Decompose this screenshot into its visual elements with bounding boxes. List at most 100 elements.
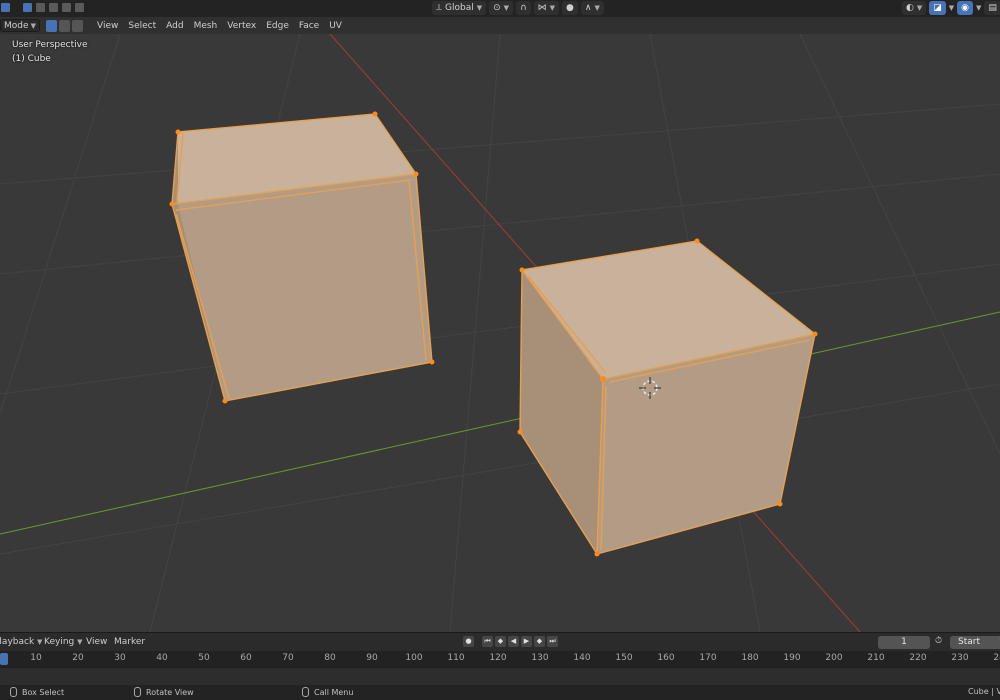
jump-end-icon[interactable]: ⏭ xyxy=(547,636,558,647)
snap-target-dropdown[interactable]: ⋈ ▼ xyxy=(533,1,560,15)
chevron-down-icon: ▼ xyxy=(549,4,556,12)
edit-mode-menubar: Mode ▼ View Select Add Mesh Vertex Edge … xyxy=(0,17,1000,34)
menu-edge[interactable]: Edge xyxy=(266,21,289,31)
ruler-tick: 100 xyxy=(405,653,423,663)
select-extend-icon[interactable] xyxy=(35,2,46,13)
status-scene-stats: Cube | V xyxy=(968,687,1000,696)
ruler-tick: 120 xyxy=(489,653,507,663)
ruler-tick: 230 xyxy=(951,653,969,663)
status-call-menu: Call Menu xyxy=(302,687,353,697)
xray-toggle[interactable]: ◉ xyxy=(957,1,974,15)
y-axis-line xyxy=(0,311,1000,535)
ruler-tick: 60 xyxy=(240,653,252,663)
chevron-down-icon[interactable]: ▼ xyxy=(949,4,954,12)
mouse-middle-icon xyxy=(134,687,141,697)
chevron-down-icon: ▼ xyxy=(594,4,600,12)
magnet-icon: ∩ xyxy=(520,3,527,13)
play-icon[interactable]: ▶ xyxy=(521,636,532,647)
select-intersect-icon[interactable] xyxy=(74,2,85,13)
chevron-down-icon: ▼ xyxy=(916,4,923,12)
start-label: Start xyxy=(958,637,980,647)
ruler-tick: 130 xyxy=(531,653,549,663)
status-bar: Box Select Rotate View Call Menu Cube | … xyxy=(0,685,1000,700)
transform-orientation-label: Global xyxy=(445,3,474,13)
chevron-down-icon: ▼ xyxy=(30,21,36,30)
timeline-header: Playback ▼ Keying ▼ View Marker ● ⏮ ◆ ◀ … xyxy=(0,632,1000,651)
ruler-tick: 180 xyxy=(741,653,759,663)
timeline-ruler[interactable]: 10 20 30 40 50 60 70 80 90 100 110 120 130 140 150 160 1… xyxy=(0,651,1000,667)
face-select-mode-button[interactable] xyxy=(72,19,83,32)
menu-vertex[interactable]: Vertex xyxy=(227,21,256,31)
mouse-right-icon xyxy=(302,687,309,697)
viewport-canvas xyxy=(0,34,1000,632)
next-keyframe-icon[interactable]: ◆ xyxy=(534,636,545,647)
play-reverse-icon[interactable]: ◀ xyxy=(508,636,519,647)
menu-view[interactable]: View xyxy=(97,21,118,31)
menu-face[interactable]: Face xyxy=(299,21,319,31)
ruler-tick: 50 xyxy=(198,653,210,663)
ruler-tick: 240 xyxy=(993,653,1000,663)
ruler-tick: 110 xyxy=(447,653,465,663)
overlays-toggle[interactable]: ◪ xyxy=(929,1,946,15)
stopwatch-icon[interactable]: ⏱ xyxy=(935,636,942,646)
ruler-tick: 200 xyxy=(825,653,843,663)
perspective-label: User Perspective xyxy=(12,40,88,50)
transform-orientation-dropdown[interactable]: ⟂ Global ▼ xyxy=(432,1,487,15)
timeline-menu-playback[interactable]: Playback ▼ xyxy=(0,637,42,647)
shading-button[interactable]: ▤ xyxy=(984,1,1000,15)
menu-mesh[interactable]: Mesh xyxy=(194,21,218,31)
blender-window: ⟂ Global ▼ ⊙ ▼ ∩ ⋈ ▼ ● ∧ ▼ ◐ ▼ ◪ ▼ ◉ ▼ ▤… xyxy=(0,0,1000,700)
snap-target-icon: ⋈ xyxy=(537,3,547,13)
active-object-label: (1) Cube xyxy=(12,54,51,64)
viewport-header: ⟂ Global ▼ ⊙ ▼ ∩ ⋈ ▼ ● ∧ ▼ ◐ ▼ ◪ ▼ ◉ ▼ ▤ xyxy=(0,0,1000,17)
proportional-edit-toggle[interactable]: ● xyxy=(562,1,578,15)
current-frame-field[interactable]: 1 xyxy=(878,636,930,649)
viewport-gizmo-dropdown[interactable]: ◐ ▼ xyxy=(902,1,927,15)
chevron-down-icon: ▼ xyxy=(476,4,483,12)
overlays-icon: ◪ xyxy=(933,3,942,13)
jump-start-icon[interactable]: ⏮ xyxy=(482,636,493,647)
menu-add[interactable]: Add xyxy=(166,21,183,31)
playback-controls: ● ⏮ ◆ ◀ ▶ ◆ ⏭ xyxy=(463,636,558,648)
select-new-icon[interactable] xyxy=(22,2,33,13)
cube-right[interactable] xyxy=(517,238,818,557)
menu-select[interactable]: Select xyxy=(128,21,156,31)
start-frame-field[interactable]: Start 1 xyxy=(950,636,1000,649)
vertex-select-mode-button[interactable] xyxy=(46,19,57,32)
status-rotate-view: Rotate View xyxy=(134,687,194,697)
pivot-dropdown[interactable]: ⊙ ▼ xyxy=(489,1,514,15)
mode-dropdown[interactable]: Mode ▼ xyxy=(0,19,40,32)
playhead[interactable] xyxy=(0,653,8,665)
timeline-menu-view[interactable]: View xyxy=(86,637,107,647)
prev-keyframe-icon[interactable]: ◆ xyxy=(495,636,506,647)
menu-uv[interactable]: UV xyxy=(329,21,342,31)
select-invert-icon[interactable] xyxy=(61,2,72,13)
timeline-menu-marker[interactable]: Marker xyxy=(114,637,145,647)
ruler-tick: 90 xyxy=(366,653,378,663)
ruler-tick: 40 xyxy=(156,653,168,663)
transform-orientation-icon: ⟂ xyxy=(436,3,443,13)
select-subtract-icon[interactable] xyxy=(48,2,59,13)
3d-viewport[interactable]: User Perspective (1) Cube xyxy=(0,34,1000,632)
ruler-tick: 160 xyxy=(657,653,675,663)
editor-type-icon[interactable] xyxy=(0,2,11,13)
floor-grid xyxy=(0,34,1000,632)
edge-select-mode-button[interactable] xyxy=(59,19,70,32)
record-icon[interactable]: ● xyxy=(463,636,474,647)
snap-toggle[interactable]: ∩ xyxy=(516,1,531,15)
falloff-dropdown[interactable]: ∧ ▼ xyxy=(580,1,604,15)
chevron-down-icon[interactable]: ▼ xyxy=(976,4,981,12)
status-box-select: Box Select xyxy=(10,687,64,697)
viewport-gizmo-icon: ◐ xyxy=(906,3,914,13)
timeline-tracks[interactable] xyxy=(0,667,1000,685)
shading-icon: ▤ xyxy=(988,3,997,13)
falloff-curve-icon: ∧ xyxy=(584,3,592,13)
ruler-tick: 20 xyxy=(72,653,84,663)
mode-label: Mode xyxy=(4,20,29,31)
ruler-tick: 190 xyxy=(783,653,801,663)
ruler-tick: 10 xyxy=(30,653,42,663)
ruler-tick: 210 xyxy=(867,653,885,663)
timeline-menu-keying[interactable]: Keying ▼ xyxy=(44,637,83,647)
ruler-tick: 80 xyxy=(324,653,336,663)
cube-left[interactable] xyxy=(169,111,435,404)
